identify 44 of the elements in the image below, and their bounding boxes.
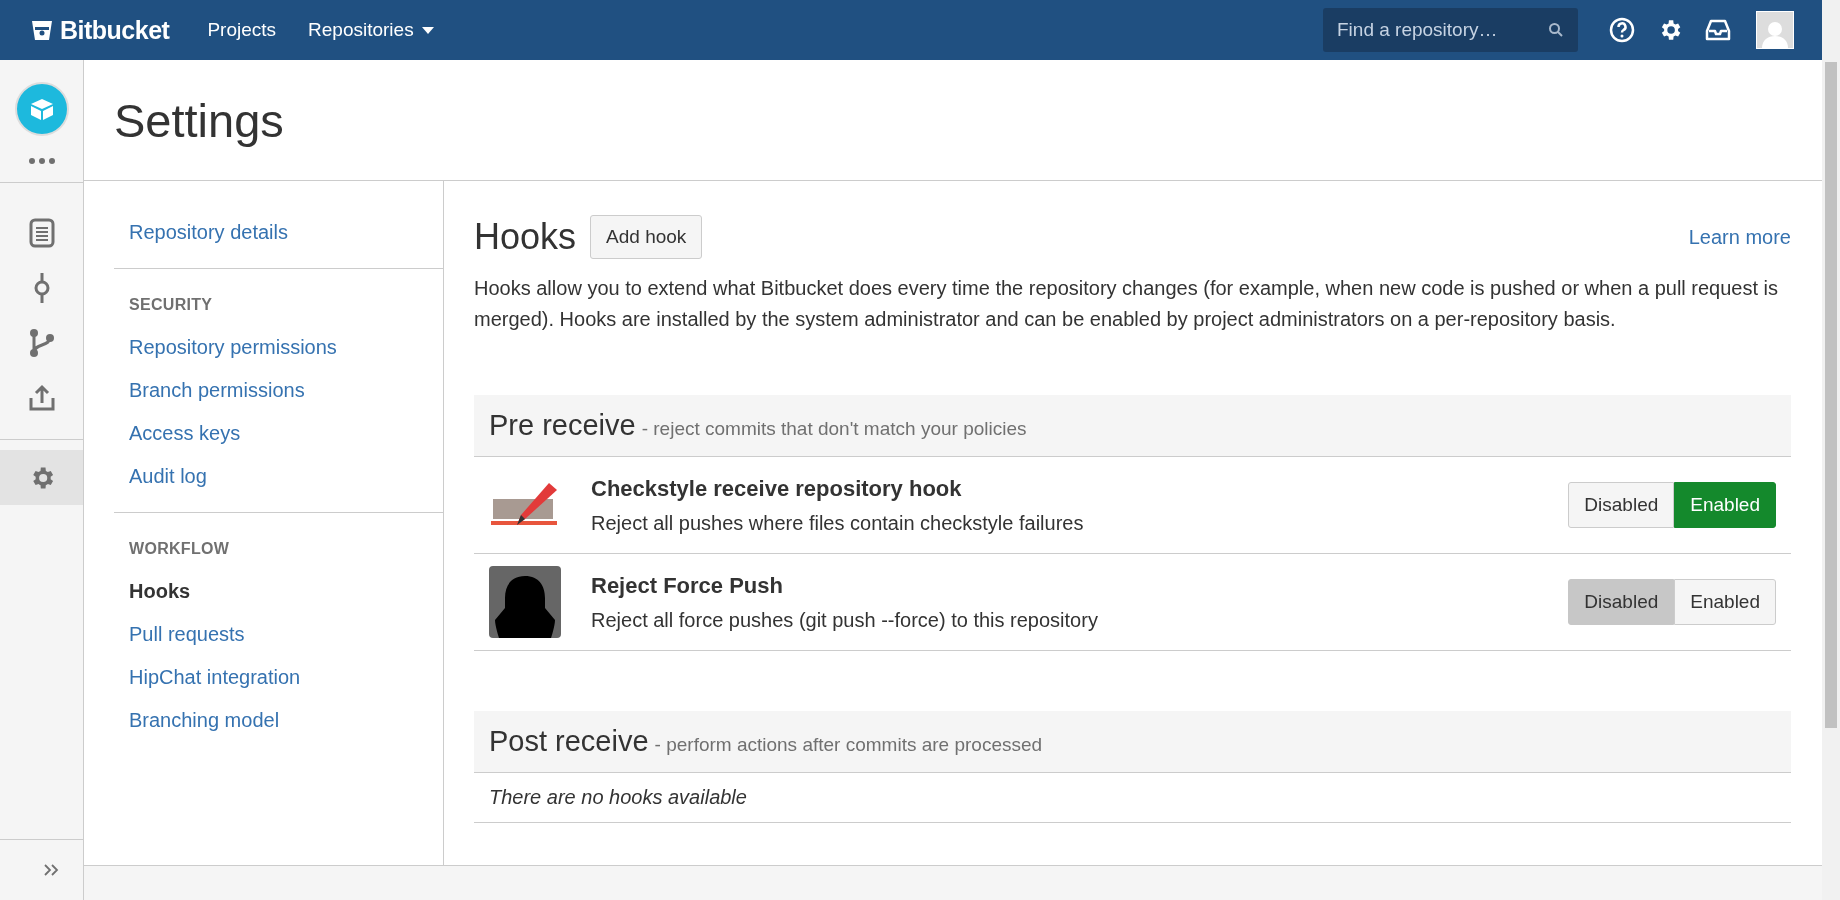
settings-nav-item[interactable]: HipChat integration xyxy=(114,656,443,699)
empty-message: There are no hooks available xyxy=(474,773,1791,823)
section-title: Hooks xyxy=(474,216,577,258)
nav-link[interactable]: Projects xyxy=(191,19,293,41)
hook-type-subtitle: - perform actions after commits are processed xyxy=(654,734,1043,756)
settings-nav-item[interactable]: Repository details xyxy=(114,211,443,254)
nav-link[interactable]: Repositories xyxy=(292,19,450,41)
toggle-option[interactable]: Disabled xyxy=(1568,579,1675,625)
hook-name: Checkstyle receive repository hook xyxy=(591,475,963,502)
hook-description: Reject all force pushes (git push --force) to this repository xyxy=(591,608,1099,632)
bucket-logo-icon xyxy=(30,18,54,42)
learn-more-link[interactable]: Learn more xyxy=(1688,225,1791,249)
toggle-option[interactable]: Disabled xyxy=(1568,482,1675,528)
hook-name: Reject Force Push xyxy=(591,572,784,599)
scrollbar-thumb[interactable] xyxy=(1825,62,1837,728)
settings-nav-item[interactable]: Branch permissions xyxy=(114,369,443,412)
settings-nav-item[interactable]: Hooks xyxy=(114,570,443,613)
nav-heading: SECURITY xyxy=(128,295,214,315)
hook-type-subtitle: - reject commits that don't match your policies xyxy=(641,418,1027,440)
settings-nav-item[interactable]: Pull requests xyxy=(114,613,443,656)
toggle-option[interactable]: Enabled xyxy=(1674,482,1776,528)
helmet-figure-icon xyxy=(489,566,561,638)
search-field[interactable]: Find a repository… xyxy=(1323,8,1578,52)
add-hook-button[interactable]: Add hook xyxy=(590,215,703,259)
hook-description: Reject all pushes where files contain checkstyle failures xyxy=(591,511,1085,535)
toggle-option[interactable]: Enabled xyxy=(1674,579,1776,625)
document-icon xyxy=(28,217,55,248)
settings-nav-item[interactable]: Audit log xyxy=(114,455,443,498)
nav-heading: WORKFLOW xyxy=(128,539,231,559)
hook-type-title: Pre receive xyxy=(489,409,636,442)
rail-item[interactable] xyxy=(0,450,83,505)
brand-name: Bitbucket xyxy=(60,15,170,45)
settings-nav-item[interactable]: Branching model xyxy=(114,699,443,742)
branch-icon xyxy=(28,327,55,358)
commit-icon xyxy=(32,272,51,303)
hook-type-title: Post receive xyxy=(489,725,649,758)
settings-nav-item[interactable]: Access keys xyxy=(114,412,443,455)
upload-icon xyxy=(27,383,56,412)
page-title: Settings xyxy=(114,92,284,148)
description: Hooks allow you to extend what Bitbucket does every time the repository changes (for example, when new code is pushed or when a pull request is merged). Hooks are installed by the system administrator and can be enabled by project administrators on a per-repository basis. xyxy=(474,276,1780,332)
more-icon[interactable] xyxy=(28,158,55,164)
expand-icon[interactable] xyxy=(43,864,59,876)
settings-nav-item[interactable]: Repository permissions xyxy=(114,326,443,369)
search-icon xyxy=(1548,22,1564,38)
